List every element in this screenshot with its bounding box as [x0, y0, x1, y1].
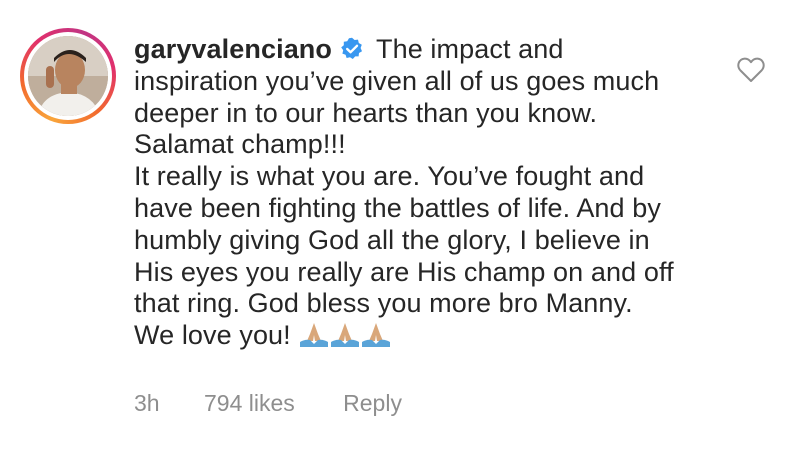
praying-hands-emojis — [299, 322, 392, 356]
avatar-story-ring[interactable] — [20, 28, 116, 124]
comment-text-line: humbly giving God all the glory, I belie… — [134, 224, 650, 255]
comment-screen: garyvalenciano The impact and inspiratio… — [0, 0, 800, 451]
likes-count-link[interactable]: 794 likes — [204, 390, 295, 417]
comment-text-line: Salamat champ!!! — [134, 129, 346, 160]
comment-text-line: It really is what you are. You’ve fought… — [134, 161, 645, 192]
comment-last-line: We love you! — [134, 320, 714, 356]
praying-hands-icon — [361, 323, 390, 348]
reply-button[interactable]: Reply — [343, 390, 402, 417]
comment-text-line: that ring. God bless you more bro Manny. — [134, 288, 633, 319]
avatar-photo-icon — [28, 36, 108, 116]
comment-text-line: inspiration you’ve given all of us goes … — [134, 65, 660, 96]
praying-hands-icon — [299, 323, 328, 348]
username-link[interactable]: garyvalenciano — [134, 34, 332, 64]
comment-text-line: His eyes you really are His champ on and… — [134, 256, 674, 287]
comment-text-line: The impact and — [376, 34, 564, 64]
comment-text-line: deeper in to our hearts than you know. — [134, 97, 598, 128]
comment-timestamp: 3h — [134, 390, 160, 416]
comment-meta: 3h 794 likes Reply — [134, 390, 402, 417]
verified-badge-icon — [341, 37, 362, 59]
heart-outline-icon[interactable] — [737, 57, 765, 83]
praying-hands-icon — [330, 323, 359, 348]
comment-text-line: We love you! — [134, 320, 291, 351]
avatar[interactable] — [28, 36, 108, 116]
comment-body: garyvalenciano The impact and inspiratio… — [134, 34, 714, 356]
avatar-gap — [24, 32, 112, 120]
comment-text-line: have been fighting the battles of life. … — [134, 192, 661, 223]
comment-first-line: garyvalenciano The impact and — [134, 34, 714, 66]
